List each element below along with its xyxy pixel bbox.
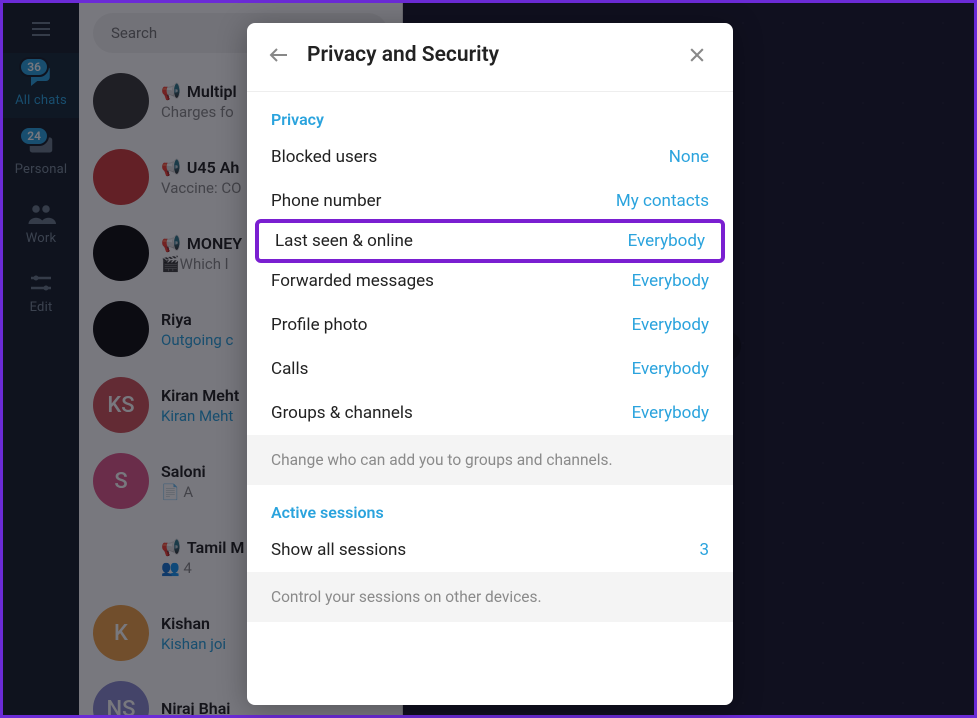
setting-label: Blocked users <box>271 147 377 167</box>
close-button[interactable] <box>679 37 715 73</box>
privacy-row-phone-number[interactable]: Phone number My contacts <box>247 179 733 223</box>
setting-label: Groups & channels <box>271 403 413 423</box>
setting-value: Everybody <box>632 271 709 291</box>
setting-label: Calls <box>271 359 308 379</box>
setting-value: 3 <box>699 540 709 560</box>
setting-label: Show all sessions <box>271 540 406 560</box>
privacy-section-header: Privacy <box>247 92 733 135</box>
setting-label: Last seen & online <box>275 231 413 251</box>
setting-value: Everybody <box>632 315 709 335</box>
privacy-security-modal: Privacy and Security Privacy Blocked use… <box>247 23 733 705</box>
setting-value: None <box>669 147 709 167</box>
setting-value: Everybody <box>628 231 705 251</box>
modal-header: Privacy and Security <box>247 23 733 92</box>
privacy-hint: Change who can add you to groups and cha… <box>247 435 733 485</box>
privacy-row-blocked-users[interactable]: Blocked users None <box>247 135 733 179</box>
sessions-section-header: Active sessions <box>247 485 733 528</box>
privacy-row-profile-photo[interactable]: Profile photo Everybody <box>247 303 733 347</box>
privacy-row-last-seen-online[interactable]: Last seen & online Everybody <box>255 219 725 263</box>
setting-label: Profile photo <box>271 315 368 335</box>
back-button[interactable] <box>261 37 297 73</box>
modal-title: Privacy and Security <box>307 43 679 67</box>
setting-value: Everybody <box>632 359 709 379</box>
setting-value: My contacts <box>616 191 709 211</box>
setting-label: Phone number <box>271 191 381 211</box>
privacy-row-calls[interactable]: Calls Everybody <box>247 347 733 391</box>
sessions-hint: Control your sessions on other devices. <box>247 572 733 622</box>
setting-value: Everybody <box>632 403 709 423</box>
setting-label: Forwarded messages <box>271 271 434 291</box>
privacy-row-groups-channels[interactable]: Groups & channels Everybody <box>247 391 733 435</box>
show-all-sessions-row[interactable]: Show all sessions 3 <box>247 528 733 572</box>
privacy-row-forwarded-messages[interactable]: Forwarded messages Everybody <box>247 259 733 303</box>
